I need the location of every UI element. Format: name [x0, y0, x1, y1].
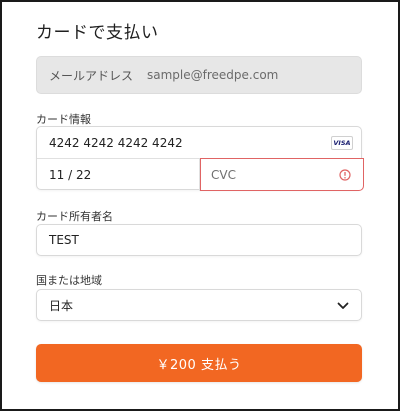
- cardholder-value: TEST: [49, 233, 79, 247]
- card-number-value: 4242 4242 4242 4242: [49, 135, 183, 150]
- visa-icon: VISA: [331, 136, 353, 150]
- payment-form: カードで支払い メールアドレス sample@freedpe.com カード情報…: [0, 0, 400, 411]
- expiry-value: 11 / 22: [49, 168, 92, 182]
- cvc-input[interactable]: CVC: [200, 158, 364, 191]
- error-icon: [339, 169, 351, 181]
- email-value: sample@freedpe.com: [147, 68, 279, 82]
- expiry-input[interactable]: 11 / 22: [37, 159, 200, 191]
- card-info-group: 4242 4242 4242 4242 VISA 11 / 22 CVC: [36, 126, 364, 191]
- country-label: 国または地域: [36, 274, 102, 287]
- email-field: メールアドレス sample@freedpe.com: [36, 56, 362, 94]
- chevron-down-icon: [337, 302, 349, 309]
- card-info-label: カード情報: [36, 113, 91, 126]
- card-number-input[interactable]: 4242 4242 4242 4242 VISA: [37, 127, 361, 159]
- cardholder-input[interactable]: TEST: [36, 224, 362, 256]
- email-label: メールアドレス: [49, 68, 134, 83]
- country-select[interactable]: 日本: [36, 289, 362, 321]
- cardholder-label: カード所有者名: [36, 210, 113, 223]
- page-title: カードで支払い: [36, 23, 159, 43]
- country-value: 日本: [49, 298, 74, 313]
- cvc-placeholder: CVC: [211, 167, 236, 182]
- pay-button[interactable]: ￥200 支払う: [36, 344, 362, 382]
